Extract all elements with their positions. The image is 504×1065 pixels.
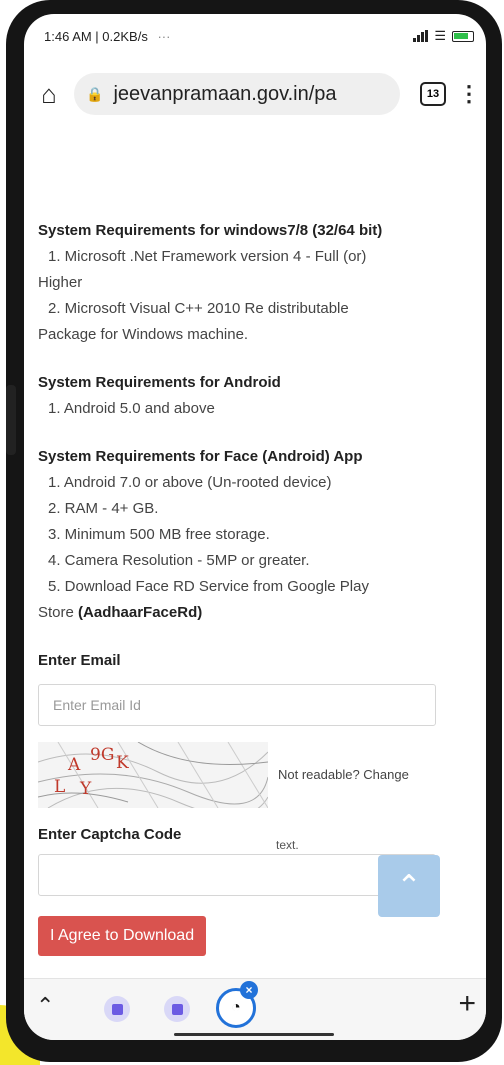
tab-icon xyxy=(171,1003,183,1015)
captcha-image: A 9G K L Y xyxy=(38,742,268,808)
agree-download-button[interactable]: I Agree to Download xyxy=(38,916,207,956)
req-line: 3. Minimum 500 MB free storage. xyxy=(48,526,270,543)
req-line: 1. Microsoft .Net Framework version 4 - … xyxy=(48,248,367,265)
captcha-row: A 9G K L Y Not readable? Change xyxy=(38,742,472,808)
status-bar: 1:46 AM | 0.2KB/s ··· ☰ xyxy=(24,14,486,58)
battery-icon xyxy=(452,30,474,42)
menu-icon[interactable]: ⋮ xyxy=(458,81,480,107)
status-icons: ☰ xyxy=(413,28,474,44)
captcha-char: K xyxy=(116,753,129,773)
captcha-text-suffix: text. xyxy=(276,838,299,852)
section-title-face-app: System Requirements for Face (Android) A… xyxy=(38,448,363,465)
req-line-prefix: Store xyxy=(38,604,79,621)
wifi-icon: ☰ xyxy=(434,28,446,43)
home-indicator xyxy=(174,1033,334,1036)
req-line: 1. Android 7.0 or above (Un-rooted devic… xyxy=(48,474,332,491)
chevron-up-icon[interactable]: ⌃ xyxy=(36,993,54,1019)
close-tab-icon[interactable]: × xyxy=(240,981,258,999)
req-line: 2. RAM - 4+ GB. xyxy=(48,500,159,517)
captcha-char: 9G xyxy=(90,745,115,765)
tab-thumbnail[interactable] xyxy=(164,996,190,1022)
email-label: Enter Email xyxy=(38,652,121,669)
captcha-char: A xyxy=(68,755,81,775)
scroll-top-button[interactable]: ⌃ xyxy=(378,855,440,917)
req-line: 2. Microsoft Visual C++ 2010 Re distribu… xyxy=(48,300,349,317)
tab-thumbnail[interactable] xyxy=(104,996,130,1022)
browser-address-bar: ⌂ 🔒 jeevanpramaan.gov.in/pa 13 ⋮ xyxy=(24,68,486,120)
status-info: 1:46 AM | 0.2KB/s ··· xyxy=(44,29,170,44)
status-time: 1:46 AM | 0.2KB/s xyxy=(44,28,148,44)
req-line: Package for Windows machine. xyxy=(38,326,249,343)
tab-icon xyxy=(111,1003,123,1015)
status-extra: ··· xyxy=(157,28,171,44)
section-title-windows: System Requirements for windows7/8 (32/6… xyxy=(38,222,383,239)
req-line: 1. Android 5.0 and above xyxy=(48,400,215,417)
captcha-input[interactable] xyxy=(38,854,436,896)
phone-screen: 1:46 AM | 0.2KB/s ··· ☰ ⌂ 🔒 jeevanpramaa… xyxy=(24,14,486,1040)
scroll-top-icon: ⌃ xyxy=(396,869,422,903)
captcha-char: L xyxy=(54,777,66,797)
page-content: System Requirements for windows7/8 (32/6… xyxy=(24,124,486,956)
agree-button-wrap: I Agree to Download xyxy=(38,916,472,956)
req-line: 5. Download Face RD Service from Google … xyxy=(48,578,369,595)
section-title-android: System Requirements for Android xyxy=(38,374,281,391)
side-button xyxy=(6,385,16,455)
lock-icon: 🔒 xyxy=(86,85,104,102)
captcha-label-row: Enter Captcha Code text. xyxy=(38,822,472,852)
captcha-char: Y xyxy=(80,779,92,799)
url-field[interactable]: 🔒 jeevanpramaan.gov.in/pa xyxy=(74,73,400,115)
home-icon[interactable]: ⌂ xyxy=(32,79,66,110)
email-input[interactable]: Enter Email Id xyxy=(38,684,436,726)
req-line-bold: (AadhaarFaceRd) xyxy=(78,604,203,621)
browser-bottom-bar: ⌃ ◔ × + xyxy=(24,978,486,1040)
req-line: Higher xyxy=(38,274,83,291)
url-text: jeevanpramaan.gov.in/pa xyxy=(113,82,337,105)
tabs-icon[interactable]: 13 xyxy=(420,82,446,106)
captcha-label: Enter Captcha Code xyxy=(38,826,182,843)
plus-icon[interactable]: + xyxy=(458,987,476,1021)
req-line-last: Store (AadhaarFaceRd) xyxy=(38,600,472,626)
req-line: 4. Camera Resolution - 5MP or greater. xyxy=(48,552,310,569)
signal-icon xyxy=(413,30,429,42)
captcha-refresh-link[interactable]: Not readable? Change xyxy=(278,762,409,788)
